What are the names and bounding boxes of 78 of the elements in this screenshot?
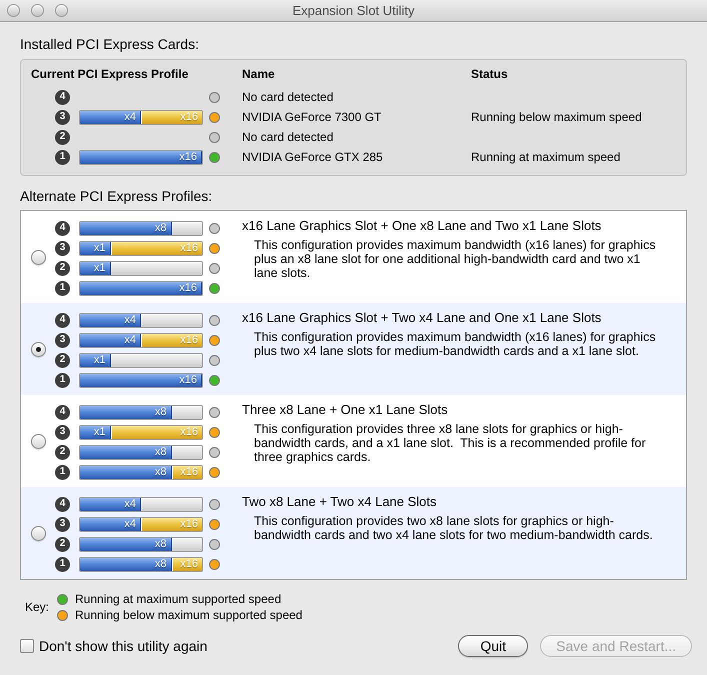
- close-button[interactable]: [7, 4, 20, 17]
- card-lane-segment: x16: [110, 426, 202, 438]
- slot-number-badge: 3: [55, 424, 70, 440]
- zoom-button[interactable]: [55, 4, 68, 17]
- slot-number-badge: 1: [55, 372, 70, 388]
- slot-number-badge: 2: [55, 536, 70, 552]
- section-heading: Alternate PCI Express Profiles:: [20, 188, 214, 204]
- card-status: Running at maximum speed: [471, 151, 620, 163]
- slot-number-badge: 4: [55, 404, 70, 420]
- lane-width-fill: x8: [80, 222, 172, 234]
- profile-description: This configuration provides maximum bandwidth (x16 lanes) for graphics plus an x8 lane slot for one additional high-bandwidth card and two x1 lane slots.: [254, 238, 657, 280]
- legend-label: Running at maximum supported speed: [75, 593, 282, 605]
- radio-button[interactable]: [30, 342, 46, 356]
- card-lane-segment: x16: [172, 466, 202, 478]
- column-header: Current PCI Express Profile: [30, 68, 190, 80]
- column-header: Name: [242, 68, 276, 80]
- card-name: NVIDIA GeForce 7300 GT: [242, 111, 382, 123]
- card-name: No card detected: [242, 91, 334, 103]
- slot-number-badge: 3: [55, 332, 70, 348]
- lane-width-fill: x16: [80, 282, 202, 294]
- slot-number-badge: 3: [55, 110, 70, 124]
- slot-number-badge: 2: [55, 444, 70, 460]
- button[interactable]: Quit: [458, 635, 528, 657]
- checkbox-label[interactable]: Don't show this utility again: [39, 639, 208, 653]
- lane-width-fill: x4: [80, 334, 141, 346]
- radio-button[interactable]: [30, 250, 46, 264]
- profile-title: x16 Lane Graphics Slot + Two x4 Lane and One x1 Lane Slots: [242, 310, 602, 326]
- slot-number-badge: 4: [55, 90, 70, 104]
- card-name: No card detected: [242, 131, 334, 143]
- lane-width-fill: x4: [80, 518, 141, 530]
- radio-button[interactable]: [30, 526, 46, 540]
- slot-number-badge: 1: [55, 280, 70, 296]
- checkbox[interactable]: [20, 639, 34, 653]
- lane-width-fill: x8: [80, 538, 172, 550]
- lane-width-fill: x16: [80, 150, 202, 164]
- card-lane-segment: x16: [141, 518, 202, 530]
- legend-label: Running below maximum supported speed: [75, 609, 302, 621]
- minimize-button[interactable]: [31, 4, 44, 17]
- card-lane-segment: x16: [141, 110, 202, 124]
- lane-width-fill: x8: [80, 406, 172, 418]
- slot-number-badge: 1: [55, 150, 70, 164]
- card-lane-segment: x16: [172, 558, 202, 570]
- card-name: NVIDIA GeForce GTX 285: [242, 151, 384, 163]
- radio-button[interactable]: [30, 434, 46, 448]
- card-status: Running below maximum speed: [471, 111, 642, 123]
- slot-number-badge: 3: [55, 240, 70, 256]
- slot-number-badge: 4: [55, 312, 70, 328]
- profile-description: This configuration provides two x8 lane slots for graphics or high-bandwidth cards and two x4 lane slots for two medium-bandwidth cards.: [254, 514, 654, 542]
- key-label: Key:: [25, 601, 50, 613]
- lane-width-fill: x4: [80, 498, 141, 510]
- lane-width-fill: x4: [80, 314, 141, 326]
- slot-number-badge: 4: [55, 496, 70, 512]
- slot-number-badge: 2: [55, 352, 70, 368]
- window-title: Expansion Slot Utility: [292, 2, 415, 18]
- lane-width-fill: x8: [80, 446, 172, 458]
- slot-number-badge: 1: [55, 556, 70, 572]
- profile-title: Two x8 Lane + Two x4 Lane Slots: [242, 494, 438, 510]
- section-heading: Installed PCI Express Cards:: [20, 35, 200, 52]
- profile-description: This configuration provides three x8 lane slots for graphics or high-bandwidth cards, and a x1 lane slot. This is a recommended profile for three graphics cards.: [254, 422, 647, 464]
- slot-number-badge: 2: [55, 260, 70, 276]
- lane-width-fill: x1: [80, 426, 110, 438]
- lane-width-fill: x1: [80, 354, 110, 366]
- card-lane-segment: x16: [141, 334, 202, 346]
- slot-number-badge: 4: [55, 220, 70, 236]
- lane-width-fill: x8: [80, 558, 172, 570]
- lane-width-fill: x16: [80, 374, 202, 386]
- profile-description: This configuration provides maximum bandwidth (x16 lanes) for graphics plus two x4 lane slots for medium-bandwidth cards and a x1 lane slot.: [254, 330, 657, 358]
- profile-title: Three x8 Lane + One x1 Lane Slots: [242, 402, 449, 418]
- lane-width-fill: x4: [80, 110, 141, 124]
- column-header: Status: [471, 68, 508, 80]
- slot-number-badge: 2: [55, 130, 70, 144]
- card-lane-segment: x16: [110, 242, 202, 254]
- lane-width-fill: x1: [80, 242, 110, 254]
- profile-title: x16 Lane Graphics Slot + One x8 Lane and Two x1 Lane Slots: [242, 218, 602, 234]
- slot-number-badge: 3: [55, 516, 70, 532]
- lane-width-fill: x1: [80, 262, 110, 274]
- slot-number-badge: 1: [55, 464, 70, 480]
- lane-width-fill: x8: [80, 466, 172, 478]
